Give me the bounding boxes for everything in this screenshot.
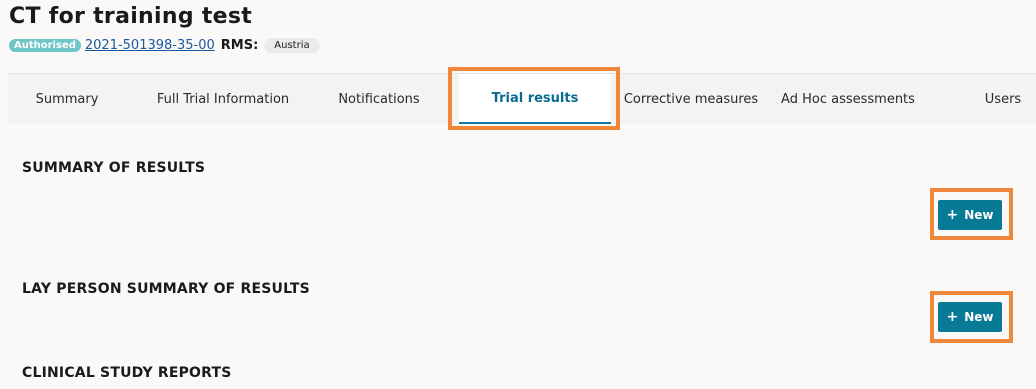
page-title: CT for training test [9, 4, 253, 29]
new-button-label: New [964, 208, 994, 222]
new-lay-summary-button[interactable]: + New [938, 302, 1002, 332]
tab-summary[interactable]: Summary [8, 74, 126, 124]
summary-of-results-heading: SUMMARY OF RESULTS [22, 160, 206, 176]
tab-notifications[interactable]: Notifications [323, 74, 435, 124]
rms-label: RMS: [220, 38, 259, 53]
new-button-label: New [964, 310, 994, 324]
tab-trial-results[interactable]: Trial results [459, 74, 611, 124]
clinical-study-reports-heading: CLINICAL STUDY REPORTS [22, 365, 232, 381]
tab-bar: Summary Full Trial Information Notificat… [8, 73, 1036, 124]
tab-corrective-measures[interactable]: Corrective measures [620, 74, 762, 124]
new-summary-button[interactable]: + New [938, 200, 1002, 230]
status-badge: Authorised [9, 39, 81, 52]
tab-users[interactable]: Users [974, 74, 1032, 124]
tab-ad-hoc-assessments[interactable]: Ad Hoc assessments [774, 74, 922, 124]
rms-tag: Austria [264, 38, 320, 53]
trial-meta: Authorised 2021-501398-35-00 RMS: Austri… [9, 38, 320, 53]
trial-id-link[interactable]: 2021-501398-35-00 [85, 38, 215, 53]
plus-icon: + [946, 207, 959, 223]
lay-person-summary-heading: LAY PERSON SUMMARY OF RESULTS [22, 281, 310, 297]
plus-icon: + [946, 309, 959, 325]
tab-full-trial-information[interactable]: Full Trial Information [140, 74, 306, 124]
